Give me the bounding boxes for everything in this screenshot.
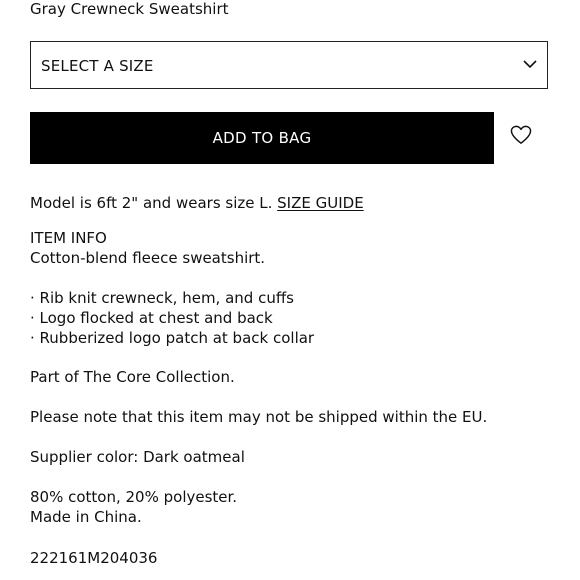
add-to-bag-button[interactable]: ADD TO BAG — [30, 112, 494, 164]
chevron-down-icon — [523, 60, 537, 69]
collection-text: Part of The Core Collection. — [30, 368, 235, 386]
size-select[interactable]: SELECT A SIZE — [30, 41, 548, 89]
shipping-note: Please note that this item may not be sh… — [30, 408, 488, 426]
list-item: · Logo flocked at chest and back — [30, 309, 273, 327]
sku-text: 222161M204036 — [30, 549, 158, 567]
size-guide-link[interactable]: SIZE GUIDE — [277, 194, 364, 212]
model-fit-text: Model is 6ft 2" and wears size L. — [30, 194, 278, 212]
heart-outline-icon[interactable] — [510, 125, 532, 145]
supplier-color: Supplier color: Dark oatmeal — [30, 448, 245, 466]
size-select-label: SELECT A SIZE — [41, 57, 154, 75]
list-item: · Rib knit crewneck, hem, and cuffs — [30, 289, 294, 307]
fit-info: Model is 6ft 2" and wears size L. SIZE G… — [30, 193, 364, 213]
composition-text: 80% cotton, 20% polyester. — [30, 488, 238, 506]
item-info-heading: ITEM INFO — [30, 229, 107, 247]
origin-text: Made in China. — [30, 508, 142, 526]
product-name: Gray Crewneck Sweatshirt — [30, 0, 229, 18]
list-item: · Rubberized logo patch at back collar — [30, 329, 315, 347]
item-description: Cotton-blend fleece sweatshirt. — [30, 249, 266, 267]
